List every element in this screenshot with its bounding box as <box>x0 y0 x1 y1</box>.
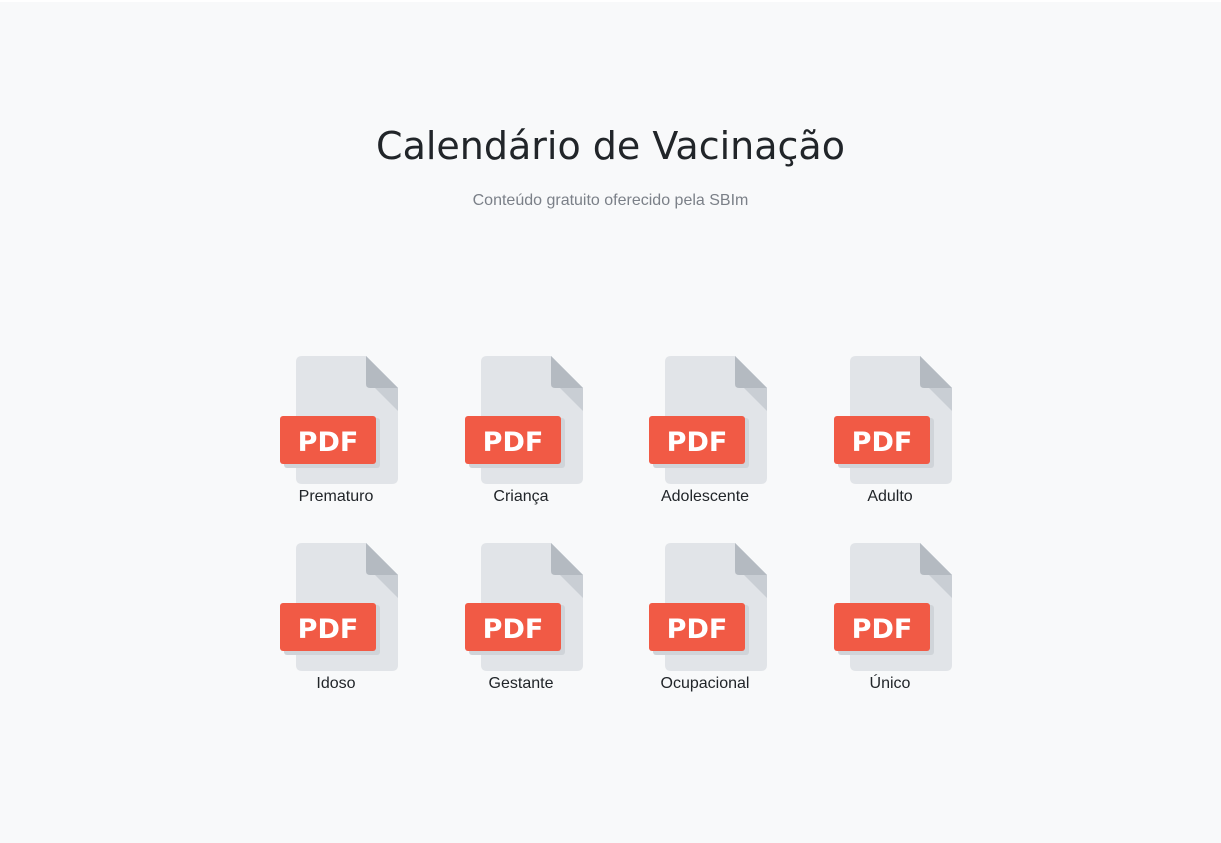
pdf-file-icon: PDF <box>280 356 398 484</box>
pdf-file-icon: PDF <box>280 543 398 671</box>
pdf-badge-text: PDF <box>852 614 913 645</box>
document-grid: PDF Prematuro PDF Criança PDF Adolescent… <box>0 0 1221 843</box>
document-link-gestante[interactable]: PDF Gestante <box>458 543 588 703</box>
document-label: Idoso <box>316 675 356 692</box>
document-label: Adulto <box>867 488 913 505</box>
document-link-adolescente[interactable]: PDF Adolescente <box>642 356 772 516</box>
pdf-badge-text: PDF <box>667 614 728 645</box>
document-link-unico[interactable]: PDF Único <box>827 543 957 703</box>
pdf-file-icon: PDF <box>834 356 952 484</box>
document-label: Prematuro <box>298 488 374 505</box>
pdf-badge-text: PDF <box>298 427 359 458</box>
document-link-crianca[interactable]: PDF Criança <box>458 356 588 516</box>
pdf-file-icon: PDF <box>649 543 767 671</box>
pdf-badge-text: PDF <box>667 427 728 458</box>
document-link-prematuro[interactable]: PDF Prematuro <box>273 356 403 516</box>
pdf-badge-text: PDF <box>298 614 359 645</box>
pdf-file-icon: PDF <box>465 543 583 671</box>
document-label: Ocupacional <box>660 675 750 692</box>
document-label: Adolescente <box>660 488 750 505</box>
document-link-adulto[interactable]: PDF Adulto <box>827 356 957 516</box>
pdf-badge-text: PDF <box>483 427 544 458</box>
pdf-badge-text: PDF <box>852 427 913 458</box>
document-label: Gestante <box>488 675 554 692</box>
document-link-ocupacional[interactable]: PDF Ocupacional <box>642 543 772 703</box>
document-label: Único <box>869 675 911 692</box>
pdf-file-icon: PDF <box>834 543 952 671</box>
pdf-file-icon: PDF <box>465 356 583 484</box>
pdf-file-icon: PDF <box>649 356 767 484</box>
pdf-badge-text: PDF <box>483 614 544 645</box>
document-label: Criança <box>493 488 549 505</box>
document-link-idoso[interactable]: PDF Idoso <box>273 543 403 703</box>
